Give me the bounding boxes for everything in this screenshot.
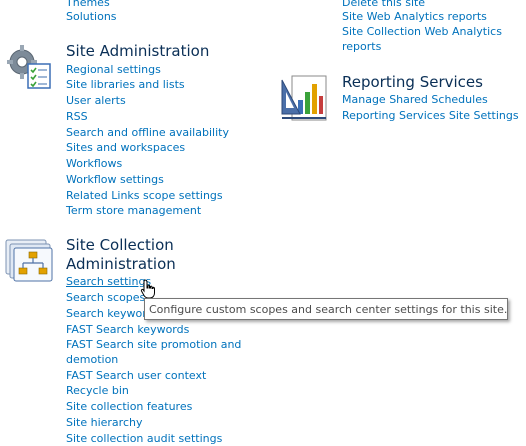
link-site-libraries-and-lists[interactable]: Site libraries and lists: [66, 78, 185, 92]
link-delete-this-site[interactable]: Delete this site: [342, 0, 425, 10]
link-fast-search-user-context[interactable]: FAST Search user context: [66, 369, 206, 383]
link-user-alerts[interactable]: User alerts: [66, 94, 126, 108]
link-search-and-offline-availability[interactable]: Search and offline availability: [66, 126, 229, 140]
link-workflow-settings[interactable]: Workflow settings: [66, 173, 164, 187]
site-collection-heading-line1: Site Collection: [66, 236, 174, 254]
link-related-links-scope-settings[interactable]: Related Links scope settings: [66, 189, 223, 203]
link-rss[interactable]: RSS: [66, 110, 88, 124]
link-site-collection-features[interactable]: Site collection features: [66, 400, 192, 414]
link-themes[interactable]: Themes: [66, 0, 110, 10]
link-term-store-management[interactable]: Term store management: [66, 204, 201, 218]
reporting-services-heading: Reporting Services: [342, 73, 483, 91]
link-reporting-services-site-settings[interactable]: Reporting Services Site Settings: [342, 109, 519, 123]
link-regional-settings[interactable]: Regional settings: [66, 63, 161, 77]
site-collection-heading-line2: Administration: [66, 255, 176, 273]
link-sites-and-workspaces[interactable]: Sites and workspaces: [66, 141, 185, 155]
link-recycle-bin[interactable]: Recycle bin: [66, 384, 129, 398]
link-fast-search-site-promotion-cont[interactable]: demotion: [66, 353, 118, 367]
link-fast-search-site-promotion[interactable]: FAST Search site promotion and: [66, 338, 241, 352]
link-workflows[interactable]: Workflows: [66, 157, 122, 171]
site-administration-icon: [7, 45, 51, 89]
link-solutions[interactable]: Solutions: [66, 10, 117, 24]
site-collection-administration-icon: [5, 239, 53, 282]
hand-cursor-icon: [140, 279, 155, 299]
link-site-hierarchy[interactable]: Site hierarchy: [66, 416, 142, 430]
link-manage-shared-schedules[interactable]: Manage Shared Schedules: [342, 93, 488, 107]
site-administration-heading: Site Administration: [66, 42, 210, 60]
link-site-collection-audit-settings[interactable]: Site collection audit settings: [66, 432, 222, 446]
search-settings-tooltip: Configure custom scopes and search cente…: [144, 298, 508, 320]
reporting-services-icon: [281, 75, 327, 121]
link-fast-search-keywords[interactable]: FAST Search keywords: [66, 323, 189, 337]
link-search-settings[interactable]: Search settings: [66, 275, 151, 289]
link-search-scopes[interactable]: Search scopes: [66, 291, 145, 305]
link-site-collection-web-analytics-cont[interactable]: reports: [342, 40, 381, 54]
link-site-collection-web-analytics[interactable]: Site Collection Web Analytics: [342, 25, 502, 39]
link-site-web-analytics-reports[interactable]: Site Web Analytics reports: [342, 10, 487, 24]
